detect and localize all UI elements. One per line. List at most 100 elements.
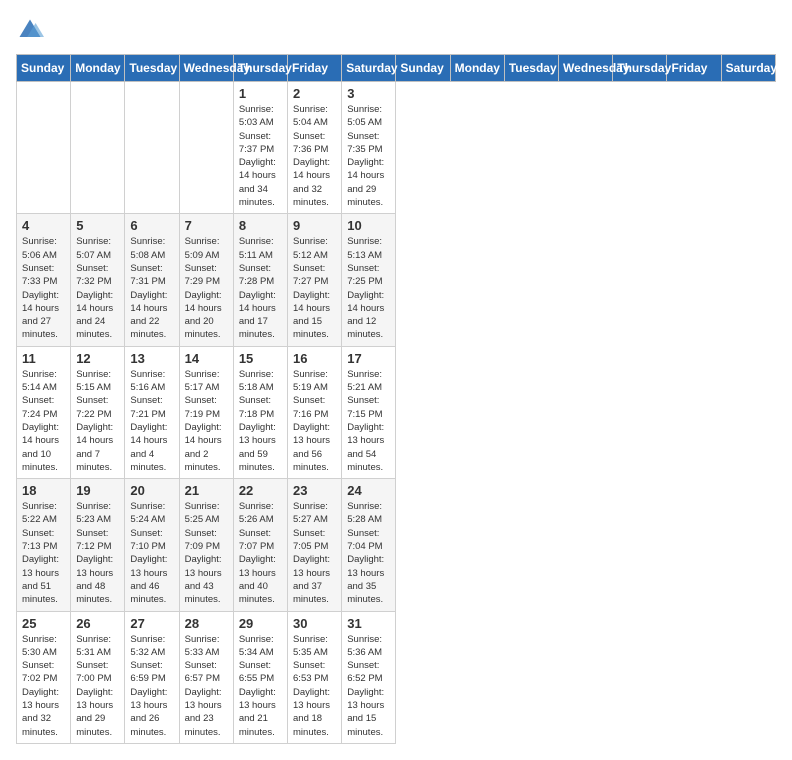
day-info: Sunrise: 5:03 AM Sunset: 7:37 PM Dayligh… <box>239 103 282 209</box>
calendar-day-cell: 28 Sunrise: 5:33 AM Sunset: 6:57 PM Dayli… <box>179 611 233 743</box>
day-number: 31 <box>347 616 390 631</box>
day-info: Sunrise: 5:08 AM Sunset: 7:31 PM Dayligh… <box>130 235 173 341</box>
calendar-day-cell: 14 Sunrise: 5:17 AM Sunset: 7:19 PM Dayli… <box>179 346 233 478</box>
calendar-week-row: 18Sunrise: 5:22 AM Sunset: 7:13 PM Dayli… <box>17 479 776 611</box>
day-info: Sunrise: 5:21 AM Sunset: 7:15 PM Dayligh… <box>347 368 390 474</box>
weekday-header: Thursday <box>233 55 287 82</box>
day-number: 18 <box>22 483 65 498</box>
day-info: Sunrise: 5:15 AM Sunset: 7:22 PM Dayligh… <box>76 368 119 474</box>
weekday-header: Monday <box>71 55 125 82</box>
calendar-day-cell <box>125 82 179 214</box>
day-number: 15 <box>239 351 282 366</box>
logo-icon <box>16 16 44 44</box>
calendar-week-row: 11 Sunrise: 5:14 AM Sunset: 7:24 PM Dayli… <box>17 346 776 478</box>
calendar-week-row: 4 Sunrise: 5:06 AM Sunset: 7:33 PM Daylig… <box>17 214 776 346</box>
day-number: 10 <box>347 218 390 233</box>
calendar-day-cell: 27 Sunrise: 5:32 AM Sunset: 6:59 PM Dayli… <box>125 611 179 743</box>
day-info: Sunrise: 5:16 AM Sunset: 7:21 PM Dayligh… <box>130 368 173 474</box>
calendar-day-cell: 29 Sunrise: 5:34 AM Sunset: 6:55 PM Dayli… <box>233 611 287 743</box>
page-header <box>16 16 776 44</box>
calendar-table: SundayMondayTuesdayWednesdayThursdayFrid… <box>16 54 776 744</box>
weekday-header: Saturday <box>342 55 396 82</box>
calendar-header-row: SundayMondayTuesdayWednesdayThursdayFrid… <box>17 55 776 82</box>
day-info: Sunrise: 5:19 AM Sunset: 7:16 PM Dayligh… <box>293 368 336 474</box>
day-info: Sunrise: 5:12 AM Sunset: 7:27 PM Dayligh… <box>293 235 336 341</box>
day-info: Sunrise: 5:06 AM Sunset: 7:33 PM Dayligh… <box>22 235 65 341</box>
day-number: 27 <box>130 616 173 631</box>
day-info: Sunrise: 5:32 AM Sunset: 6:59 PM Dayligh… <box>130 633 173 739</box>
day-info: Sunrise: 5:33 AM Sunset: 6:57 PM Dayligh… <box>185 633 228 739</box>
day-info: Sunrise: 5:35 AM Sunset: 6:53 PM Dayligh… <box>293 633 336 739</box>
day-number: 4 <box>22 218 65 233</box>
calendar-day-cell: 13 Sunrise: 5:16 AM Sunset: 7:21 PM Dayli… <box>125 346 179 478</box>
day-number: 2 <box>293 86 336 101</box>
day-number: 16 <box>293 351 336 366</box>
day-info: Sunrise: 5:13 AM Sunset: 7:25 PM Dayligh… <box>347 235 390 341</box>
calendar-week-row: 1 Sunrise: 5:03 AM Sunset: 7:37 PM Daylig… <box>17 82 776 214</box>
day-info: Sunrise: 5:27 AM Sunset: 7:05 PM Dayligh… <box>293 500 336 606</box>
day-number: 14 <box>185 351 228 366</box>
day-number: 28 <box>185 616 228 631</box>
calendar-day-cell: 6 Sunrise: 5:08 AM Sunset: 7:31 PM Daylig… <box>125 214 179 346</box>
calendar-day-cell: 23Sunrise: 5:27 AM Sunset: 7:05 PM Dayli… <box>288 479 342 611</box>
calendar-day-cell <box>179 82 233 214</box>
calendar-day-cell: 26 Sunrise: 5:31 AM Sunset: 7:00 PM Dayli… <box>71 611 125 743</box>
day-info: Sunrise: 5:25 AM Sunset: 7:09 PM Dayligh… <box>185 500 228 606</box>
day-info: Sunrise: 5:31 AM Sunset: 7:00 PM Dayligh… <box>76 633 119 739</box>
calendar-day-cell: 12 Sunrise: 5:15 AM Sunset: 7:22 PM Dayli… <box>71 346 125 478</box>
day-number: 29 <box>239 616 282 631</box>
day-number: 13 <box>130 351 173 366</box>
day-number: 25 <box>22 616 65 631</box>
calendar-day-cell: 30Sunrise: 5:35 AM Sunset: 6:53 PM Dayli… <box>288 611 342 743</box>
calendar-day-cell: 31 Sunrise: 5:36 AM Sunset: 6:52 PM Dayli… <box>342 611 396 743</box>
day-info: Sunrise: 5:36 AM Sunset: 6:52 PM Dayligh… <box>347 633 390 739</box>
day-number: 26 <box>76 616 119 631</box>
day-info: Sunrise: 5:11 AM Sunset: 7:28 PM Dayligh… <box>239 235 282 341</box>
day-number: 8 <box>239 218 282 233</box>
calendar-week-row: 25 Sunrise: 5:30 AM Sunset: 7:02 PM Dayli… <box>17 611 776 743</box>
calendar-day-cell: 19Sunrise: 5:23 AM Sunset: 7:12 PM Dayli… <box>71 479 125 611</box>
day-info: Sunrise: 5:24 AM Sunset: 7:10 PM Dayligh… <box>130 500 173 606</box>
calendar-day-cell: 5 Sunrise: 5:07 AM Sunset: 7:32 PM Daylig… <box>71 214 125 346</box>
day-number: 12 <box>76 351 119 366</box>
day-info: Sunrise: 5:09 AM Sunset: 7:29 PM Dayligh… <box>185 235 228 341</box>
day-number: 19 <box>76 483 119 498</box>
calendar-day-cell: 25 Sunrise: 5:30 AM Sunset: 7:02 PM Dayli… <box>17 611 71 743</box>
calendar-day-cell: 16 Sunrise: 5:19 AM Sunset: 7:16 PM Dayli… <box>288 346 342 478</box>
day-number: 22 <box>239 483 282 498</box>
day-info: Sunrise: 5:05 AM Sunset: 7:35 PM Dayligh… <box>347 103 390 209</box>
calendar-day-cell: 8 Sunrise: 5:11 AM Sunset: 7:28 PM Daylig… <box>233 214 287 346</box>
day-number: 1 <box>239 86 282 101</box>
weekday-header: Sunday <box>396 55 450 82</box>
calendar-day-cell: 3 Sunrise: 5:05 AM Sunset: 7:35 PM Daylig… <box>342 82 396 214</box>
day-info: Sunrise: 5:28 AM Sunset: 7:04 PM Dayligh… <box>347 500 390 606</box>
day-info: Sunrise: 5:30 AM Sunset: 7:02 PM Dayligh… <box>22 633 65 739</box>
weekday-header: Wednesday <box>559 55 613 82</box>
weekday-header: Sunday <box>17 55 71 82</box>
calendar-day-cell: 2Sunrise: 5:04 AM Sunset: 7:36 PM Daylig… <box>288 82 342 214</box>
weekday-header: Wednesday <box>179 55 233 82</box>
calendar-day-cell: 4 Sunrise: 5:06 AM Sunset: 7:33 PM Daylig… <box>17 214 71 346</box>
day-number: 20 <box>130 483 173 498</box>
day-number: 3 <box>347 86 390 101</box>
day-number: 6 <box>130 218 173 233</box>
calendar-day-cell: 7 Sunrise: 5:09 AM Sunset: 7:29 PM Daylig… <box>179 214 233 346</box>
weekday-header: Monday <box>450 55 504 82</box>
weekday-header: Thursday <box>613 55 667 82</box>
day-info: Sunrise: 5:07 AM Sunset: 7:32 PM Dayligh… <box>76 235 119 341</box>
calendar-day-cell: 10 Sunrise: 5:13 AM Sunset: 7:25 PM Dayli… <box>342 214 396 346</box>
calendar-day-cell: 22Sunrise: 5:26 AM Sunset: 7:07 PM Dayli… <box>233 479 287 611</box>
day-number: 21 <box>185 483 228 498</box>
day-info: Sunrise: 5:34 AM Sunset: 6:55 PM Dayligh… <box>239 633 282 739</box>
calendar-day-cell: 24Sunrise: 5:28 AM Sunset: 7:04 PM Dayli… <box>342 479 396 611</box>
calendar-day-cell: 18Sunrise: 5:22 AM Sunset: 7:13 PM Dayli… <box>17 479 71 611</box>
day-info: Sunrise: 5:17 AM Sunset: 7:19 PM Dayligh… <box>185 368 228 474</box>
day-number: 5 <box>76 218 119 233</box>
calendar-day-cell: 20 Sunrise: 5:24 AM Sunset: 7:10 PM Dayli… <box>125 479 179 611</box>
day-number: 11 <box>22 351 65 366</box>
calendar-day-cell: 11 Sunrise: 5:14 AM Sunset: 7:24 PM Dayli… <box>17 346 71 478</box>
day-number: 7 <box>185 218 228 233</box>
day-number: 17 <box>347 351 390 366</box>
calendar-day-cell: 1 Sunrise: 5:03 AM Sunset: 7:37 PM Daylig… <box>233 82 287 214</box>
day-info: Sunrise: 5:14 AM Sunset: 7:24 PM Dayligh… <box>22 368 65 474</box>
